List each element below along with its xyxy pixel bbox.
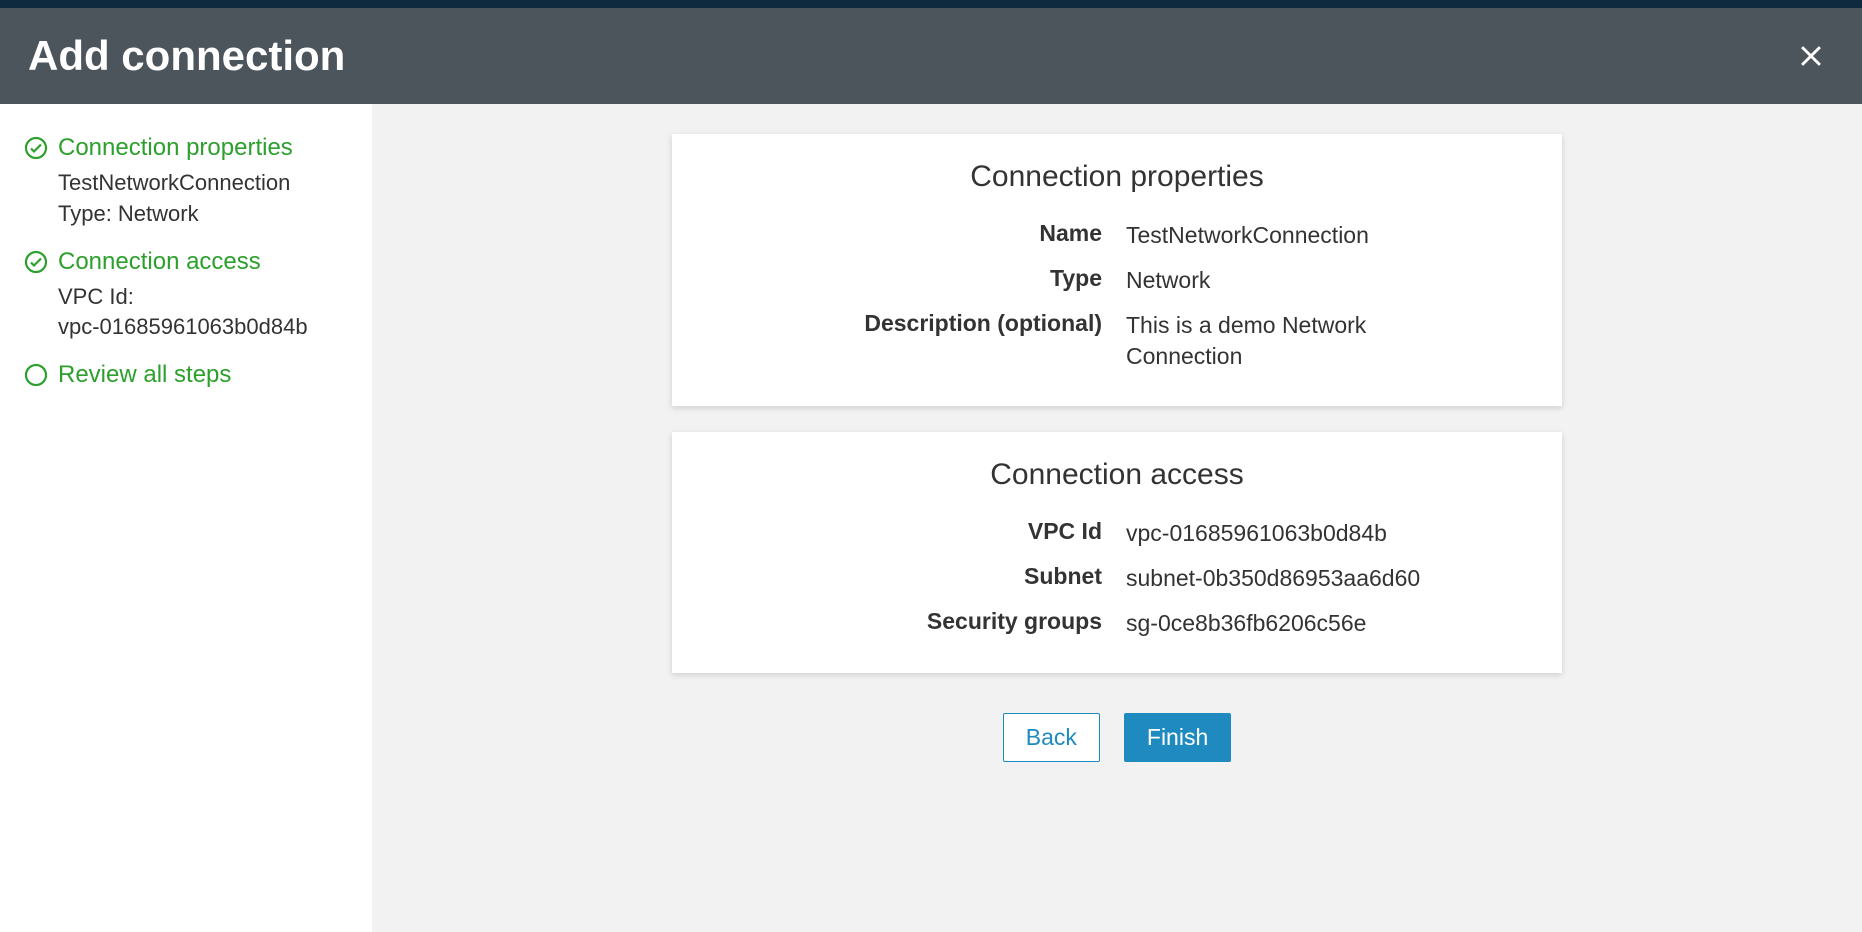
step-header: Connection properties <box>24 134 348 162</box>
modal-title: Add connection <box>28 32 345 80</box>
step-detail-line: VPC Id: <box>58 282 318 313</box>
panel-title: Connection properties <box>706 160 1528 194</box>
property-row: Subnet subnet-0b350d86953aa6d60 <box>706 563 1528 594</box>
step-detail-line: vpc-01685961063b0d84b <box>58 312 318 343</box>
modal-header: Add connection <box>0 8 1862 104</box>
step-details: VPC Id: vpc-01685961063b0d84b <box>58 282 318 344</box>
step-header: Connection access <box>24 248 348 276</box>
step-detail-line: TestNetworkConnection <box>58 168 318 199</box>
finish-button[interactable]: Finish <box>1124 713 1231 762</box>
modal-body: Connection properties TestNetworkConnect… <box>0 104 1862 932</box>
close-icon[interactable] <box>1794 39 1828 73</box>
wizard-actions: Back Finish <box>1003 713 1232 762</box>
property-row: Security groups sg-0ce8b36fb6206c56e <box>706 608 1528 639</box>
step-header: Review all steps <box>24 361 348 389</box>
property-label: Security groups <box>706 608 1126 635</box>
step-connection-access[interactable]: Connection access VPC Id: vpc-0168596106… <box>24 248 348 344</box>
property-label: Subnet <box>706 563 1126 590</box>
circle-icon <box>24 363 48 387</box>
check-circle-icon <box>24 136 48 160</box>
property-row: Type Network <box>706 265 1528 296</box>
property-row: VPC Id vpc-01685961063b0d84b <box>706 518 1528 549</box>
property-label: VPC Id <box>706 518 1126 545</box>
property-value: sg-0ce8b36fb6206c56e <box>1126 608 1456 639</box>
panel-connection-properties: Connection properties Name TestNetworkCo… <box>672 134 1562 406</box>
property-value: subnet-0b350d86953aa6d60 <box>1126 563 1456 594</box>
property-row: Description (optional) This is a demo Ne… <box>706 310 1528 372</box>
step-details: TestNetworkConnection Type: Network <box>58 168 318 230</box>
property-value: This is a demo Network Connection <box>1126 310 1456 372</box>
step-detail-line: Type: Network <box>58 199 318 230</box>
panel-connection-access: Connection access VPC Id vpc-01685961063… <box>672 432 1562 673</box>
property-label: Type <box>706 265 1126 292</box>
step-label: Review all steps <box>58 361 231 389</box>
property-label: Description (optional) <box>706 310 1126 337</box>
property-value: vpc-01685961063b0d84b <box>1126 518 1456 549</box>
wizard-content: Connection properties Name TestNetworkCo… <box>372 104 1862 932</box>
step-label: Connection properties <box>58 134 293 162</box>
check-circle-icon <box>24 250 48 274</box>
wizard-sidebar: Connection properties TestNetworkConnect… <box>0 104 372 932</box>
back-button[interactable]: Back <box>1003 713 1100 762</box>
property-value: TestNetworkConnection <box>1126 220 1456 251</box>
step-label: Connection access <box>58 248 261 276</box>
step-review-all[interactable]: Review all steps <box>24 361 348 389</box>
property-row: Name TestNetworkConnection <box>706 220 1528 251</box>
property-label: Name <box>706 220 1126 247</box>
step-connection-properties[interactable]: Connection properties TestNetworkConnect… <box>24 134 348 230</box>
property-value: Network <box>1126 265 1456 296</box>
topbar <box>0 0 1862 8</box>
panel-title: Connection access <box>706 458 1528 492</box>
